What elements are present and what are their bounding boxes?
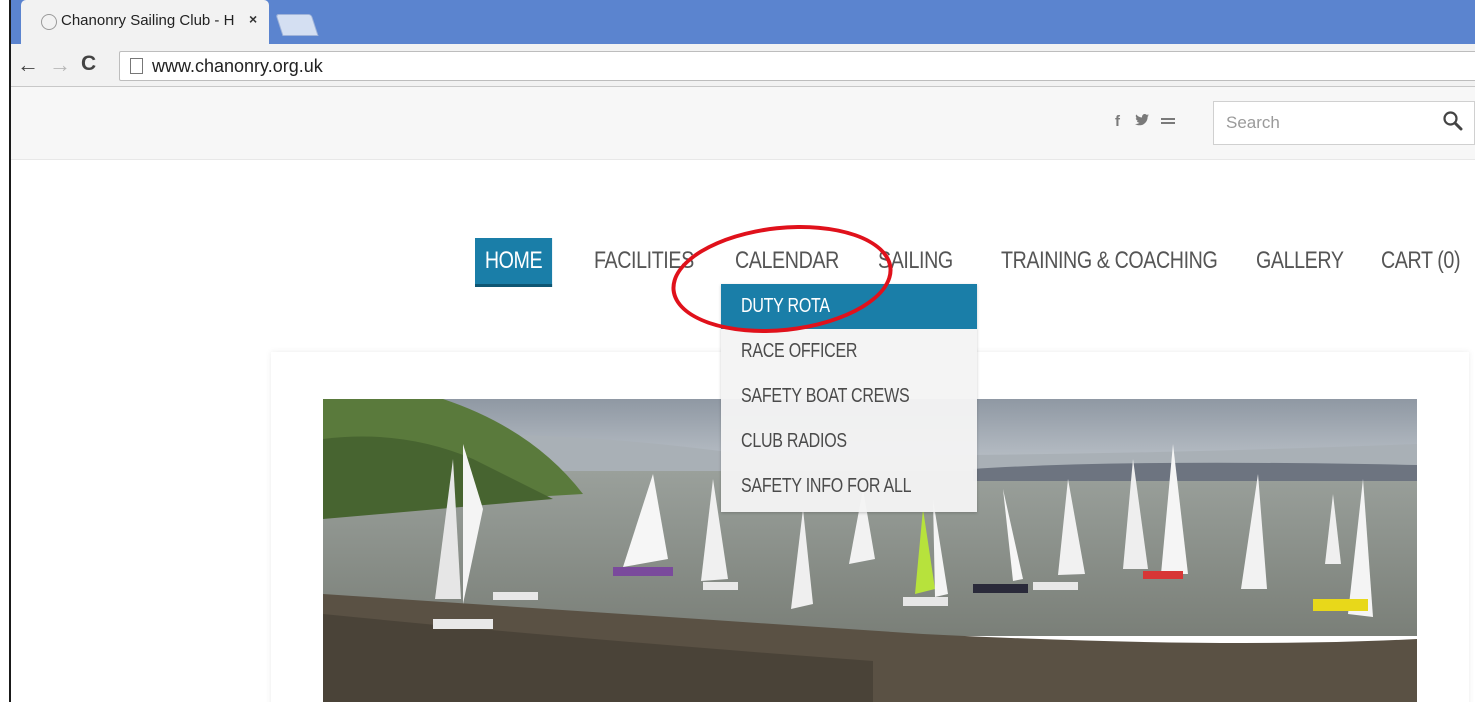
dropdown-item-club-radios[interactable]: CLUB RADIOS xyxy=(721,419,977,464)
site-favicon-icon xyxy=(41,14,57,30)
tab-strip: Chanonry Sailing Club - H × xyxy=(11,0,1475,44)
back-arrow-icon[interactable]: ← xyxy=(17,52,39,78)
browser-tab[interactable]: Chanonry Sailing Club - H × xyxy=(21,0,269,44)
twitter-icon[interactable] xyxy=(1135,113,1149,130)
tab-title: Chanonry Sailing Club - H xyxy=(61,12,235,29)
dropdown-item-race-officer[interactable]: RACE OFFICER xyxy=(721,329,977,374)
reload-icon[interactable]: C xyxy=(81,52,96,76)
search-input[interactable] xyxy=(1224,102,1438,144)
address-url: www.chanonry.org.uk xyxy=(152,56,323,76)
tab-close-icon[interactable]: × xyxy=(249,11,257,27)
nav-item-gallery[interactable]: GALLERY xyxy=(1256,238,1344,284)
address-bar[interactable]: www.chanonry.org.uk xyxy=(119,51,1475,81)
search-icon[interactable] xyxy=(1442,110,1464,132)
search-box xyxy=(1213,101,1475,145)
new-tab-button[interactable] xyxy=(275,14,319,36)
forward-arrow-icon[interactable]: → xyxy=(49,52,71,78)
nav-item-home[interactable]: HOME xyxy=(475,238,553,287)
email-icon[interactable] xyxy=(1161,113,1175,130)
dropdown-item-safety-info[interactable]: SAFETY INFO FOR ALL xyxy=(721,464,977,509)
dropdown-item-safety-boat-crews[interactable]: SAFETY BOAT CREWS xyxy=(721,374,977,419)
nav-item-cart[interactable]: CART (0) xyxy=(1381,238,1461,284)
page-icon xyxy=(130,58,143,74)
browser-window: Chanonry Sailing Club - H × ← → C www.ch… xyxy=(9,0,1475,702)
browser-toolbar: ← → C www.chanonry.org.uk xyxy=(11,44,1475,87)
facebook-icon[interactable]: f xyxy=(1115,113,1120,130)
site-header: f xyxy=(11,87,1475,160)
nav-item-training-coaching[interactable]: TRAINING & COACHING xyxy=(1001,238,1218,284)
